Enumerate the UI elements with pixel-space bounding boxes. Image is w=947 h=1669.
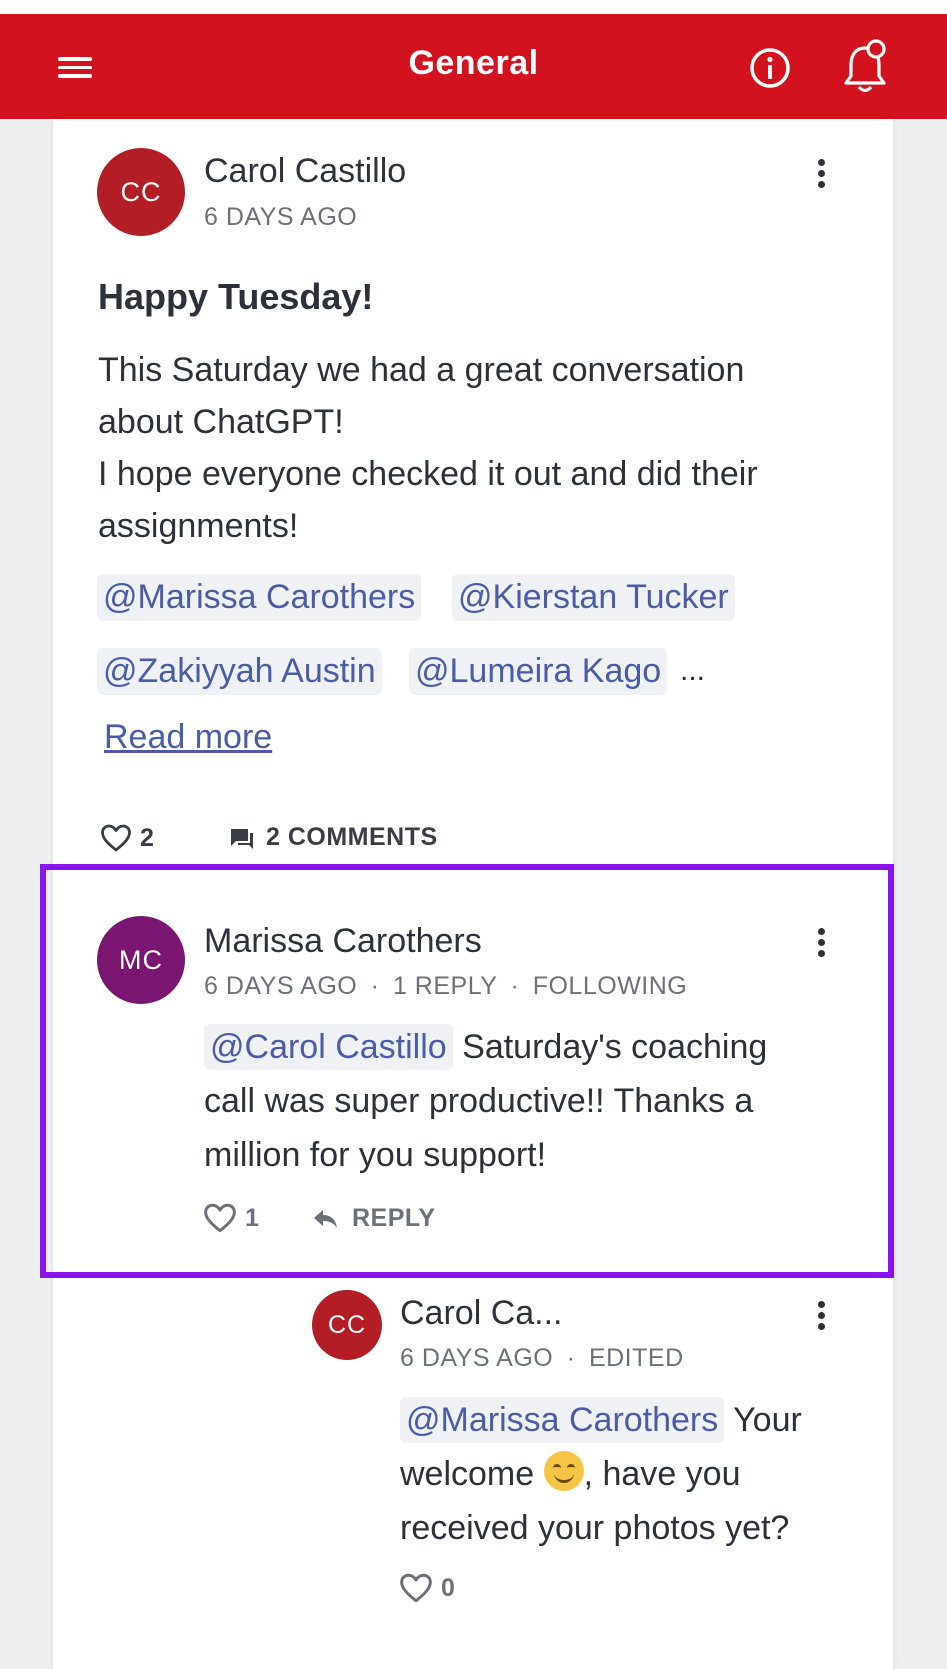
reply-like-button[interactable]: 0 xyxy=(399,1572,455,1604)
reply-text: Your xyxy=(724,1401,802,1439)
avatar[interactable]: MC xyxy=(97,916,185,1004)
reply-body: @Marissa Carothers Your welcome , have y… xyxy=(400,1393,870,1555)
meta-separator: · xyxy=(370,972,380,1000)
reply-label: REPLY xyxy=(352,1204,436,1232)
comment-like-button[interactable]: 1 xyxy=(203,1202,259,1234)
post-timestamp: 6 DAYS AGO xyxy=(204,203,358,231)
comment-text: Saturday's coaching xyxy=(452,1028,768,1066)
comment-reply-button[interactable]: REPLY xyxy=(312,1204,436,1233)
post-body: This Saturday we had a great conversatio… xyxy=(98,344,818,552)
post-like-count: 2 xyxy=(140,823,155,852)
post-like-button[interactable]: 2 xyxy=(100,823,154,853)
mentions-ellipsis: ... xyxy=(680,654,706,687)
read-more-link[interactable]: Read more xyxy=(104,718,272,757)
mention-tag[interactable]: @Carol Castillo xyxy=(204,1024,453,1070)
post-title: Happy Tuesday! xyxy=(98,276,374,317)
comment-text: call was super productive!! Thanks a xyxy=(204,1082,754,1120)
post-more-options-icon[interactable] xyxy=(806,156,836,196)
comment-author-name[interactable]: Marissa Carothers xyxy=(204,922,482,961)
bell-icon[interactable] xyxy=(838,36,892,100)
app-header: General xyxy=(0,14,947,119)
heart-icon xyxy=(204,1203,236,1233)
reply-edited-label: EDITED xyxy=(588,1344,684,1372)
comment-timestamp: 6 DAYS AGO xyxy=(204,972,358,1000)
mention-tag[interactable]: @Lumeira Kago xyxy=(409,648,668,695)
comment-reply-count[interactable]: 1 REPLY xyxy=(393,972,497,1000)
heart-icon xyxy=(101,824,131,852)
mention-tag[interactable]: @Kierstan Tucker xyxy=(452,574,735,621)
meta-separator: · xyxy=(566,1344,576,1372)
post-body-line: I hope everyone checked it out and did t… xyxy=(98,455,758,493)
status-bar xyxy=(0,0,947,14)
reply-author-name[interactable]: Carol Ca... xyxy=(400,1294,563,1333)
reply-meta: 6 DAYS AGO · EDITED xyxy=(400,1344,684,1373)
post-comments-count: 2 COMMENTS xyxy=(266,823,438,851)
comment-body: @Carol Castillo Saturday's coaching call… xyxy=(204,1020,844,1182)
comment-more-options-icon[interactable] xyxy=(806,925,836,965)
comment-meta: 6 DAYS AGO · 1 REPLY · FOLLOWING xyxy=(204,972,687,1001)
reply-text: welcome xyxy=(400,1455,544,1493)
reply-arrow-icon xyxy=(314,1209,337,1228)
smiling-face-emoji-icon xyxy=(543,1451,584,1491)
reply-like-count: 0 xyxy=(441,1573,456,1602)
mention-tag[interactable]: @Zakiyyah Austin xyxy=(97,648,382,695)
avatar[interactable]: CC xyxy=(312,1290,382,1360)
info-icon[interactable] xyxy=(748,46,792,90)
post-body-line: This Saturday we had a great conversatio… xyxy=(98,351,745,389)
reply-text: , have you xyxy=(583,1455,741,1493)
reply-text: received your photos yet? xyxy=(400,1509,790,1547)
mention-tag[interactable]: @Marissa Carothers xyxy=(400,1397,725,1443)
heart-icon xyxy=(400,1573,432,1603)
reply-more-options-icon[interactable] xyxy=(806,1298,836,1338)
mention-tag[interactable]: @Marissa Carothers xyxy=(97,574,422,621)
post-body-line: assignments! xyxy=(98,507,299,545)
page-title: General xyxy=(408,44,539,82)
comment-like-count: 1 xyxy=(245,1203,260,1232)
comment-icon xyxy=(231,828,253,849)
post-body-line: about ChatGPT! xyxy=(98,403,344,441)
comment-following-status[interactable]: FOLLOWING xyxy=(533,972,688,1000)
meta-separator: · xyxy=(510,972,520,1000)
reply-timestamp: 6 DAYS AGO xyxy=(400,1344,554,1372)
comment-text: million for you support! xyxy=(204,1136,547,1174)
post-author-name[interactable]: Carol Castillo xyxy=(204,152,406,191)
avatar[interactable]: CC xyxy=(97,148,185,236)
post-comments-button[interactable]: 2 COMMENTS xyxy=(228,823,438,852)
